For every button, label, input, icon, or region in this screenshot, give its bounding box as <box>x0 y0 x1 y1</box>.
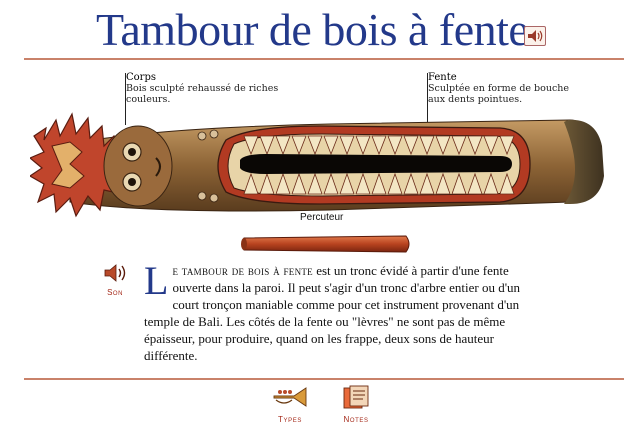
corps-caption: Corps <box>126 72 156 83</box>
trumpet-icon <box>273 387 307 407</box>
drop-cap: L <box>144 258 169 303</box>
slit-drum-image <box>30 112 604 218</box>
son-label: Son <box>107 288 123 297</box>
corps-description-line2: couleurs. <box>126 94 171 105</box>
speaker-icon <box>104 264 126 282</box>
fente-caption: Fente <box>428 72 457 83</box>
speaker-icon <box>528 30 543 42</box>
notes-icon <box>343 385 369 409</box>
fente-description-line1: Sculptée en forme de bouche <box>428 83 570 94</box>
corps-description-line1: Bois sculpté rehaussé de riches <box>126 83 279 94</box>
title-audio-button[interactable] <box>524 26 546 46</box>
notes-button[interactable]: Notes <box>336 384 376 424</box>
types-label: Types <box>278 415 302 424</box>
notes-label: Notes <box>343 415 369 424</box>
types-button[interactable]: Types <box>270 384 310 424</box>
description-paragraph: Le tambour de bois à fente est un tronc … <box>144 258 524 364</box>
page-title: Tambour de bois à fente <box>96 4 529 55</box>
lead-smallcaps: e tambour de bois à fente <box>172 263 313 278</box>
fente-description-line2: aux dents pointues. <box>428 94 523 105</box>
beater-label: Percuteur <box>300 212 344 223</box>
bottom-divider <box>24 378 624 380</box>
fente-callout: Fente Sculptée en forme de bouche aux de… <box>428 72 598 105</box>
body-text: est un tronc évidé à partir d'une fente … <box>144 263 521 363</box>
corps-callout: Corps Bois sculpté rehaussé de riches co… <box>126 72 296 105</box>
top-divider <box>24 58 624 60</box>
beater-image <box>241 235 410 253</box>
son-button[interactable]: Son <box>98 262 132 297</box>
